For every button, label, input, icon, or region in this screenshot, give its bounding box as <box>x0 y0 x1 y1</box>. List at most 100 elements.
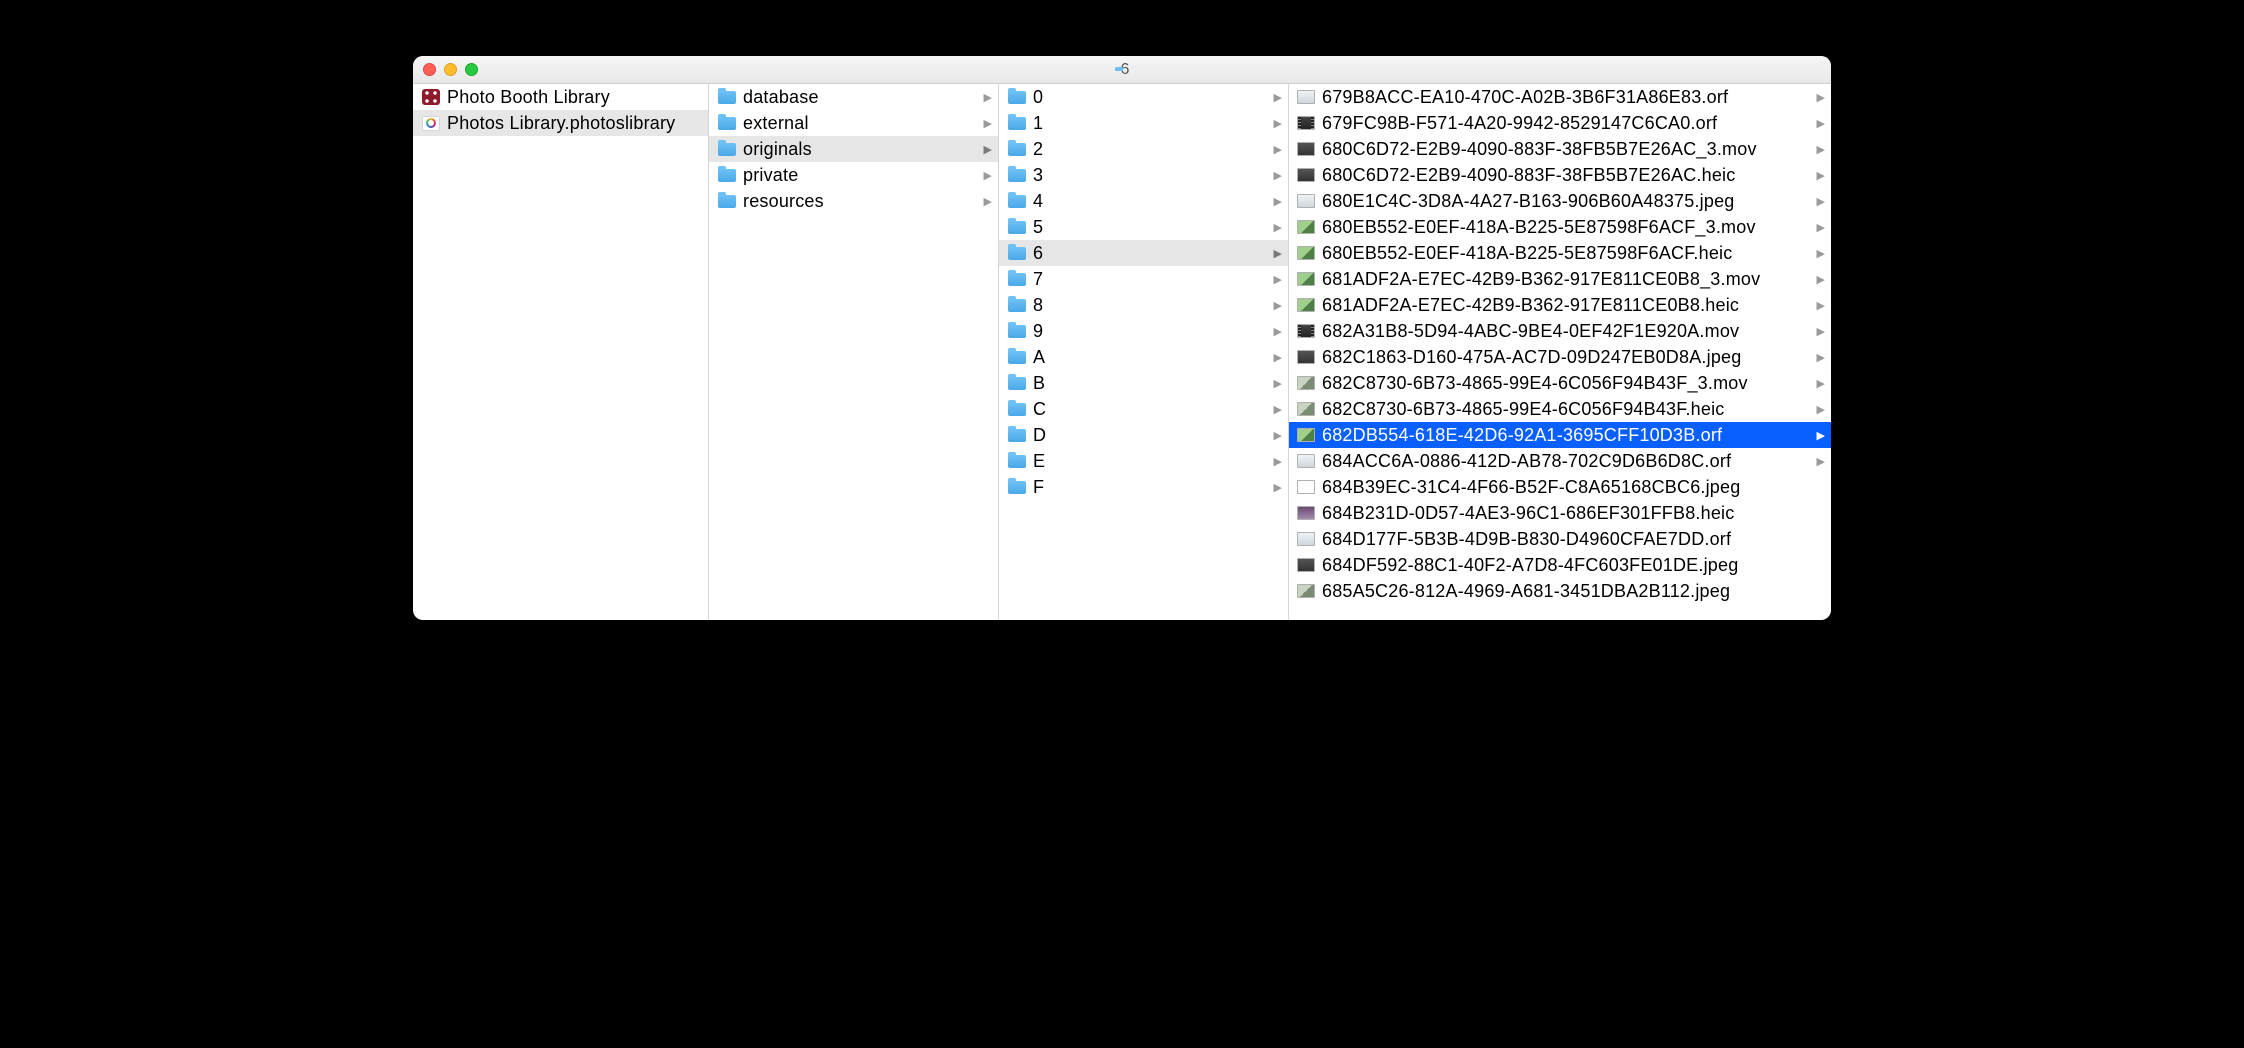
file-row[interactable]: 680EB552-E0EF-418A-B225-5E87598F6ACF.hei… <box>1289 240 1831 266</box>
folder-row[interactable]: private ▶ <box>709 162 998 188</box>
disclosure-arrow-icon: ▶ <box>984 195 992 208</box>
folder-row[interactable]: 7▶ <box>999 266 1288 292</box>
file-thumbnail-icon <box>1296 243 1316 263</box>
folder-row[interactable]: 3▶ <box>999 162 1288 188</box>
disclosure-arrow-icon: ▶ <box>1274 143 1282 156</box>
row-label: 684D177F-5B3B-4D9B-B830-D4960CFAE7DD.orf <box>1322 529 1825 550</box>
folder-row[interactable]: originals▶ <box>709 136 998 162</box>
disclosure-arrow-icon: ▶ <box>1274 351 1282 364</box>
minimize-button[interactable] <box>444 63 457 76</box>
folder-icon <box>1007 347 1027 367</box>
row-label: 679B8ACC-EA10-470C-A02B-3B6F31A86E83.orf <box>1322 87 1811 108</box>
file-row[interactable]: 684DF592-88C1-40F2-A7D8-4FC603FE01DE.jpe… <box>1289 552 1831 578</box>
row-label: 680EB552-E0EF-418A-B225-5E87598F6ACF.hei… <box>1322 243 1811 264</box>
folder-row[interactable]: 4▶ <box>999 188 1288 214</box>
folder-row[interactable]: C▶ <box>999 396 1288 422</box>
folder-row[interactable]: A▶ <box>999 344 1288 370</box>
file-row[interactable]: Photos Library.photoslibrary <box>413 110 708 136</box>
folder-row[interactable]: 2▶ <box>999 136 1288 162</box>
folder-row[interactable]: 6▶ <box>999 240 1288 266</box>
row-label: 684ACC6A-0886-412D-AB78-702C9D6B6D8C.orf <box>1322 451 1811 472</box>
row-label: 682C8730-6B73-4865-99E4-6C056F94B43F_3.m… <box>1322 373 1811 394</box>
file-row[interactable]: 679B8ACC-EA10-470C-A02B-3B6F31A86E83.orf… <box>1289 84 1831 110</box>
folder-row[interactable]: E▶ <box>999 448 1288 474</box>
column-0[interactable]: Photo Booth Library Photos Library.photos… <box>413 84 709 620</box>
file-row[interactable]: 684ACC6A-0886-412D-AB78-702C9D6B6D8C.orf… <box>1289 448 1831 474</box>
folder-icon <box>1007 165 1027 185</box>
zoom-button[interactable] <box>465 63 478 76</box>
close-button[interactable] <box>423 63 436 76</box>
row-label: external <box>743 113 978 134</box>
folder-row[interactable]: 8▶ <box>999 292 1288 318</box>
row-label: D <box>1033 425 1268 446</box>
folder-icon <box>1007 451 1027 471</box>
file-thumbnail-icon <box>1296 217 1316 237</box>
file-thumbnail-icon <box>1296 87 1316 107</box>
file-thumbnail-icon <box>1296 191 1316 211</box>
file-thumbnail-icon <box>1296 373 1316 393</box>
row-label: private <box>743 165 978 186</box>
file-row[interactable]: Photo Booth Library <box>413 84 708 110</box>
row-label: C <box>1033 399 1268 420</box>
file-row[interactable]: 681ADF2A-E7EC-42B9-B362-917E811CE0B8_3.m… <box>1289 266 1831 292</box>
row-label: 680E1C4C-3D8A-4A27-B163-906B60A48375.jpe… <box>1322 191 1811 212</box>
folder-icon <box>717 113 737 133</box>
folder-row[interactable]: 0▶ <box>999 84 1288 110</box>
disclosure-arrow-icon: ▶ <box>1817 221 1825 234</box>
disclosure-arrow-icon: ▶ <box>1274 169 1282 182</box>
row-label: 1 <box>1033 113 1268 134</box>
row-label: database <box>743 87 978 108</box>
file-row[interactable]: 682C1863-D160-475A-AC7D-09D247EB0D8A.jpe… <box>1289 344 1831 370</box>
file-row[interactable]: 679FC98B-F571-4A20-9942-8529147C6CA0.orf… <box>1289 110 1831 136</box>
disclosure-arrow-icon: ▶ <box>1274 117 1282 130</box>
column-3[interactable]: 679B8ACC-EA10-470C-A02B-3B6F31A86E83.orf… <box>1289 84 1831 620</box>
folder-row[interactable]: resources▶ <box>709 188 998 214</box>
disclosure-arrow-icon: ▶ <box>1817 429 1825 442</box>
row-label: 4 <box>1033 191 1268 212</box>
folder-icon <box>1007 87 1027 107</box>
file-row[interactable]: 685A5C26-812A-4969-A681-3451DBA2B112.jpe… <box>1289 578 1831 604</box>
column-view: Photo Booth Library Photos Library.photos… <box>413 84 1831 620</box>
file-row[interactable]: 682A31B8-5D94-4ABC-9BE4-0EF42F1E920A.mov… <box>1289 318 1831 344</box>
folder-row[interactable]: database▶ <box>709 84 998 110</box>
disclosure-arrow-icon: ▶ <box>1817 351 1825 364</box>
file-row[interactable]: 682DB554-618E-42D6-92A1-3695CFF10D3B.orf… <box>1289 422 1831 448</box>
disclosure-arrow-icon: ▶ <box>1817 403 1825 416</box>
file-row[interactable]: 680C6D72-E2B9-4090-883F-38FB5B7E26AC_3.m… <box>1289 136 1831 162</box>
folder-icon <box>1007 477 1027 497</box>
disclosure-arrow-icon: ▶ <box>984 169 992 182</box>
file-row[interactable]: 680E1C4C-3D8A-4A27-B163-906B60A48375.jpe… <box>1289 188 1831 214</box>
row-label: 9 <box>1033 321 1268 342</box>
folder-row[interactable]: 5▶ <box>999 214 1288 240</box>
column-1[interactable]: database▶external▶originals▶private▶reso… <box>709 84 999 620</box>
row-label: 680C6D72-E2B9-4090-883F-38FB5B7E26AC.hei… <box>1322 165 1811 186</box>
folder-row[interactable]: 9▶ <box>999 318 1288 344</box>
row-label: 684B39EC-31C4-4F66-B52F-C8A65168CBC6.jpe… <box>1322 477 1825 498</box>
disclosure-arrow-icon: ▶ <box>1817 377 1825 390</box>
disclosure-arrow-icon: ▶ <box>1817 325 1825 338</box>
folder-row[interactable]: F▶ <box>999 474 1288 500</box>
folder-icon <box>1007 191 1027 211</box>
file-row[interactable]: 682C8730-6B73-4865-99E4-6C056F94B43F.hei… <box>1289 396 1831 422</box>
folder-row[interactable]: B▶ <box>999 370 1288 396</box>
row-label: F <box>1033 477 1268 498</box>
file-row[interactable]: 680EB552-E0EF-418A-B225-5E87598F6ACF_3.m… <box>1289 214 1831 240</box>
file-row[interactable]: 684B39EC-31C4-4F66-B52F-C8A65168CBC6.jpe… <box>1289 474 1831 500</box>
file-row[interactable]: 681ADF2A-E7EC-42B9-B362-917E811CE0B8.hei… <box>1289 292 1831 318</box>
file-row[interactable]: 682C8730-6B73-4865-99E4-6C056F94B43F_3.m… <box>1289 370 1831 396</box>
file-thumbnail-icon <box>1296 113 1316 133</box>
disclosure-arrow-icon: ▶ <box>1274 221 1282 234</box>
file-row[interactable]: 680C6D72-E2B9-4090-883F-38FB5B7E26AC.hei… <box>1289 162 1831 188</box>
file-thumbnail-icon <box>1296 451 1316 471</box>
row-label: Photos Library.photoslibrary <box>447 113 702 134</box>
window-title: 6 <box>1115 61 1130 79</box>
folder-row[interactable]: 1▶ <box>999 110 1288 136</box>
folder-row[interactable]: external▶ <box>709 110 998 136</box>
column-2[interactable]: 0▶1▶2▶3▶4▶5▶6▶7▶8▶9▶A▶B▶C▶D▶E▶F▶ <box>999 84 1289 620</box>
file-thumbnail-icon <box>1296 321 1316 341</box>
file-row[interactable]: 684D177F-5B3B-4D9B-B830-D4960CFAE7DD.orf <box>1289 526 1831 552</box>
file-row[interactable]: 684B231D-0D57-4AE3-96C1-686EF301FFB8.hei… <box>1289 500 1831 526</box>
folder-row[interactable]: D▶ <box>999 422 1288 448</box>
folder-icon <box>1007 113 1027 133</box>
row-label: 8 <box>1033 295 1268 316</box>
